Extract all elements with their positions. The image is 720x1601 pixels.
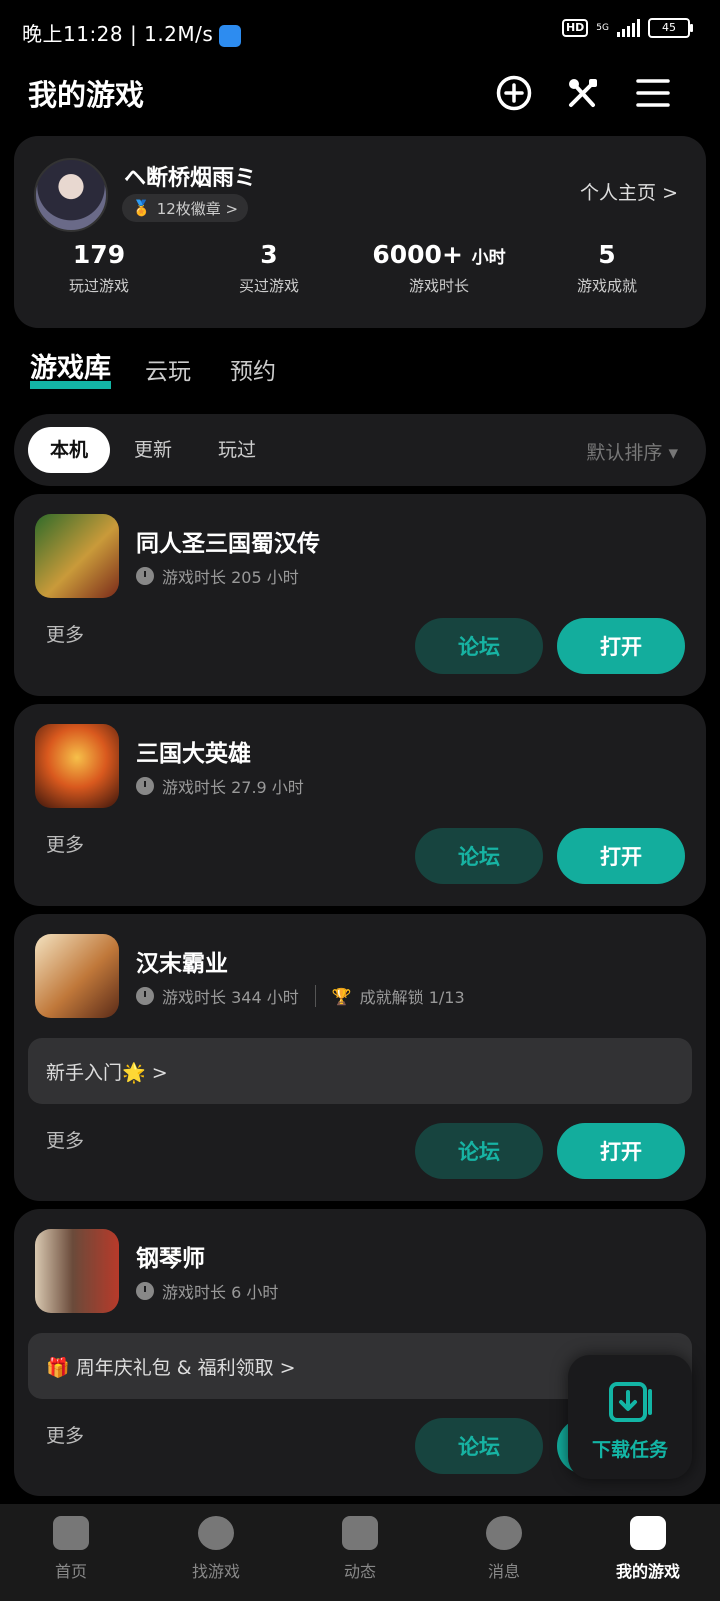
game-card: 三国大英雄 游戏时长 27.9 小时 更多 论坛 打开 [14,704,706,906]
stopwatch-icon [136,777,154,795]
more-link[interactable]: 更多 [46,1421,84,1448]
nav-find-games[interactable]: 找游戏 [161,1516,271,1582]
game-name[interactable]: 钢琴师 [136,1239,205,1273]
signal-icon [617,19,640,37]
sort-dropdown[interactable]: 默认排序 ▾ [586,438,678,465]
status-time: 晚上11:28 | 1.2M/s [22,18,242,47]
more-link[interactable]: 更多 [46,830,84,857]
newbie-guide-banner[interactable]: 新手入门🌟 > [28,1038,692,1104]
download-task-label: 下载任务 [591,1439,668,1461]
game-name[interactable]: 同人圣三国蜀汉传 [136,524,320,558]
game-name[interactable]: 三国大英雄 [136,734,251,768]
tab-reservations[interactable]: 预约 [230,352,276,386]
forum-button[interactable]: 论坛 [415,828,543,884]
stopwatch-icon [136,1282,154,1300]
filter-local[interactable]: 本机 [28,427,111,473]
menu-icon[interactable] [633,73,673,113]
forum-button[interactable]: 论坛 [415,1123,543,1179]
nav-messages[interactable]: 消息 [449,1516,559,1582]
stopwatch-icon [136,567,154,585]
game-icon[interactable] [35,724,119,808]
game-playtime: 游戏时长 205 小时 [136,564,299,588]
add-circle-icon[interactable] [494,73,534,113]
profile-home-link[interactable]: 个人主页 > [580,178,678,205]
game-playtime: 游戏时长 344 小时 🏆 成就解锁 1/13 [136,984,465,1008]
feed-icon [342,1516,378,1550]
status-right: HD 5G 45 [561,18,693,38]
upload-icon [219,24,242,47]
divider [314,985,316,1007]
open-button[interactable]: 打开 [557,618,685,674]
chat-icon [486,1516,522,1550]
forum-button[interactable]: 论坛 [415,618,543,674]
profile-card[interactable]: ヘ断桥烟雨ミ 🏅 12枚徽章 > 个人主页 > 179 玩过游戏 3 买过游戏 … [14,136,706,328]
stat-bought[interactable]: 3 买过游戏 [184,240,354,296]
game-name[interactable]: 汉末霸业 [136,944,228,978]
username: ヘ断桥烟雨ミ [124,166,257,191]
game-playtime: 游戏时长 6 小时 [136,1279,278,1303]
home-icon [53,1516,89,1550]
forum-button[interactable]: 论坛 [415,1418,543,1474]
avatar[interactable] [34,158,108,232]
download-task-button[interactable]: 下载任务 [568,1355,692,1479]
stat-played[interactable]: 179 玩过游戏 [14,240,184,296]
tools-icon[interactable] [563,73,603,113]
page-title: 我的游戏 [28,78,145,112]
game-playtime: 游戏时长 27.9 小时 [136,774,304,798]
status-bar: 晚上11:28 | 1.2M/s HD 5G 45 [0,0,720,60]
nav-feed[interactable]: 动态 [305,1516,415,1582]
stopwatch-icon [136,987,154,1005]
nav-my-games[interactable]: 我的游戏 [593,1516,703,1582]
trophy-icon: 🏆 [331,986,352,1006]
game-icon[interactable] [35,514,119,598]
stat-achievements[interactable]: 5 游戏成就 [522,240,692,296]
battery-icon: 45 [648,18,693,38]
gamepad-icon [630,1516,666,1550]
download-icon [609,1382,652,1422]
game-card: 同人圣三国蜀汉传 游戏时长 205 小时 更多 论坛 打开 [14,494,706,696]
filter-played[interactable]: 玩过 [196,427,278,473]
bottom-nav: 首页 找游戏 动态 消息 我的游戏 [0,1504,720,1601]
medal-icon: 🏅 [132,199,151,217]
filter-bar: 本机 更新 玩过 默认排序 ▾ [14,414,706,486]
hd-icon: HD [561,19,589,37]
planet-icon [198,1516,234,1550]
open-button[interactable]: 打开 [557,828,685,884]
more-link[interactable]: 更多 [46,1126,84,1153]
tab-game-library[interactable]: 游戏库 [30,346,111,389]
filter-updates[interactable]: 更新 [112,427,194,473]
stat-playtime[interactable]: 6000+ 小时 游戏时长 [354,240,524,296]
achievement-progress: 成就解锁 1/13 [359,988,465,1007]
network-label: 5G [596,23,609,33]
badges-pill[interactable]: 🏅 12枚徽章 > [122,194,249,222]
game-icon[interactable] [35,934,119,1018]
game-icon[interactable] [35,1229,119,1313]
nav-home[interactable]: 首页 [16,1516,126,1582]
tab-cloud-play[interactable]: 云玩 [145,352,191,386]
game-card: 汉末霸业 游戏时长 344 小时 🏆 成就解锁 1/13 新手入门🌟 > 更多 … [14,914,706,1201]
open-button[interactable]: 打开 [557,1123,685,1179]
more-link[interactable]: 更多 [46,620,84,647]
